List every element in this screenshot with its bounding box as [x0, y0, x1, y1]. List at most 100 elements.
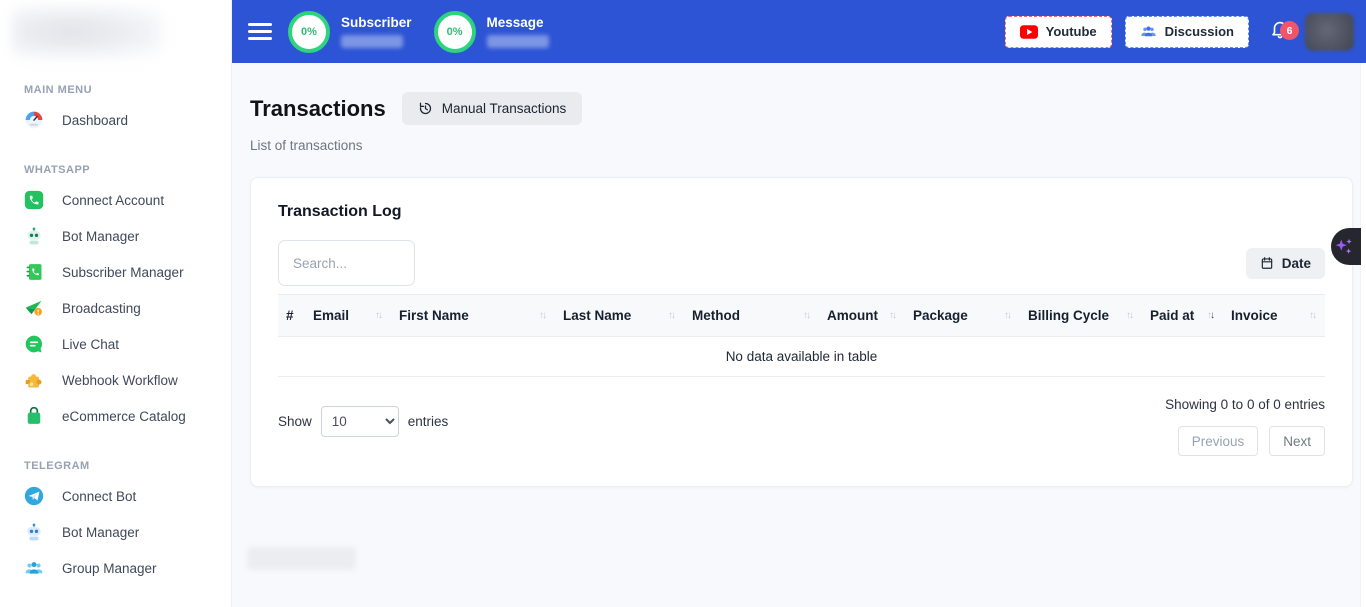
group-users-icon	[24, 558, 44, 578]
manual-transactions-button[interactable]: Manual Transactions	[402, 92, 583, 125]
user-avatar-blurred[interactable]	[1305, 13, 1354, 51]
sidebar-item-label: Bot Manager	[62, 525, 139, 540]
users-group-icon	[1140, 23, 1157, 40]
sidebar-item-live-chat[interactable]: Live Chat	[0, 326, 231, 362]
sidebar-item-dashboard[interactable]: Dashboard	[0, 102, 231, 138]
empty-table-row: No data available in table	[278, 337, 1325, 377]
contacts-book-icon	[24, 262, 44, 282]
page-subtitle: List of transactions	[250, 138, 1353, 153]
sort-icon[interactable]: ↑↓	[668, 311, 676, 321]
sidebar-item-label: Webhook Workflow	[62, 373, 178, 388]
previous-page-button[interactable]: Previous	[1178, 426, 1259, 456]
message-stat: 0% Message	[434, 11, 549, 53]
sidebar-item-ecommerce-catalog[interactable]: eCommerce Catalog	[0, 398, 231, 434]
sort-icon[interactable]: ↑↓	[889, 311, 897, 321]
subscriber-stat-label: Subscriber	[341, 15, 412, 30]
whatsapp-icon	[24, 190, 44, 210]
sidebar-item-webhook-workflow[interactable]: Webhook Workflow	[0, 362, 231, 398]
sidebar-item-label: Live Chat	[62, 337, 119, 352]
youtube-icon	[1020, 25, 1038, 39]
entries-label: entries	[408, 414, 449, 429]
column-header-method[interactable]: Method↑↓	[684, 295, 819, 337]
show-label: Show	[278, 414, 312, 429]
sidebar-item-connect-account[interactable]: Connect Account	[0, 182, 231, 218]
youtube-button[interactable]: Youtube	[1005, 16, 1112, 48]
table-info-text: Showing 0 to 0 of 0 entries	[1165, 397, 1325, 412]
sidebar-item-wa-bot-manager[interactable]: Bot Manager	[0, 218, 231, 254]
subscriber-progress-ring: 0%	[288, 11, 330, 53]
main-area: 0% Subscriber 0% Message Youtube	[232, 0, 1366, 607]
ai-assistant-button[interactable]	[1331, 228, 1361, 265]
column-header-invoice[interactable]: Invoice↑↓	[1223, 295, 1325, 337]
sidebar-item-label: Bot Manager	[62, 229, 139, 244]
sort-icon[interactable]: ↑↓	[1309, 311, 1317, 321]
table-header-row: # Email↑↓ First Name↑↓ Last Name↑↓ Metho…	[278, 295, 1325, 337]
history-icon	[418, 101, 433, 116]
scrollbar[interactable]	[1360, 63, 1366, 607]
sort-icon-active[interactable]: ↑↓	[1207, 311, 1215, 321]
column-header-billing-cycle[interactable]: Billing Cycle↑↓	[1020, 295, 1142, 337]
discussion-button[interactable]: Discussion	[1125, 16, 1249, 48]
date-filter-button[interactable]: Date	[1246, 248, 1325, 279]
hamburger-menu-icon[interactable]	[248, 23, 272, 40]
sort-icon[interactable]: ↑↓	[375, 311, 383, 321]
sidebar-item-label: Subscriber Manager	[62, 265, 184, 280]
message-stat-value-blurred	[487, 35, 549, 48]
sidebar-item-tg-bot-manager[interactable]: Bot Manager	[0, 514, 231, 550]
sidebar-section-whatsapp: WHATSAPP	[0, 138, 231, 182]
shopping-bag-icon	[24, 406, 44, 426]
topbar: 0% Subscriber 0% Message Youtube	[232, 0, 1366, 63]
sidebar-item-broadcasting[interactable]: Broadcasting	[0, 290, 231, 326]
pagination: Previous Next	[1178, 426, 1325, 456]
column-header-first-name[interactable]: First Name↑↓	[391, 295, 555, 337]
chat-bubble-icon	[24, 334, 44, 354]
youtube-button-label: Youtube	[1046, 24, 1097, 39]
column-header-amount[interactable]: Amount↑↓	[819, 295, 905, 337]
sidebar-item-label: eCommerce Catalog	[62, 409, 186, 424]
column-header-package[interactable]: Package↑↓	[905, 295, 1020, 337]
sidebar-item-label: Broadcasting	[62, 301, 141, 316]
sort-icon[interactable]: ↑↓	[1126, 311, 1134, 321]
message-stat-label: Message	[487, 15, 549, 30]
sparkles-icon	[1333, 236, 1355, 258]
subscriber-stat: 0% Subscriber	[288, 11, 412, 53]
notification-count-badge: 6	[1280, 21, 1299, 40]
sidebar-item-label: Dashboard	[62, 113, 128, 128]
discussion-button-label: Discussion	[1165, 24, 1234, 39]
footer-text-blurred	[247, 547, 356, 570]
telegram-icon	[24, 486, 44, 506]
search-input[interactable]	[278, 240, 415, 286]
sidebar-section-telegram: TELEGRAM	[0, 434, 231, 478]
sidebar-item-group-manager[interactable]: Group Manager	[0, 550, 231, 586]
sort-icon[interactable]: ↑↓	[1004, 311, 1012, 321]
column-header-index: #	[278, 295, 305, 337]
date-button-label: Date	[1282, 256, 1311, 271]
sidebar-item-connect-bot[interactable]: Connect Bot	[0, 478, 231, 514]
sidebar-section-main-menu: MAIN MENU	[0, 58, 231, 102]
manual-transactions-label: Manual Transactions	[442, 101, 567, 116]
app-logo-blurred[interactable]	[12, 6, 162, 58]
robot-icon	[24, 226, 44, 246]
sidebar-item-label: Connect Bot	[62, 489, 136, 504]
paper-plane-icon	[24, 298, 44, 318]
sidebar: MAIN MENU Dashboard WHATSAPP Connect Acc…	[0, 0, 232, 607]
column-header-last-name[interactable]: Last Name↑↓	[555, 295, 684, 337]
column-header-paid-at[interactable]: Paid at↑↓	[1142, 295, 1223, 337]
subscriber-stat-value-blurred	[341, 35, 403, 48]
next-page-button[interactable]: Next	[1269, 426, 1325, 456]
transactions-table: # Email↑↓ First Name↑↓ Last Name↑↓ Metho…	[278, 294, 1325, 377]
sidebar-item-subscriber-manager[interactable]: Subscriber Manager	[0, 254, 231, 290]
sidebar-item-label: Group Manager	[62, 561, 157, 576]
column-header-email[interactable]: Email↑↓	[305, 295, 391, 337]
page-size-select[interactable]: 10	[321, 406, 399, 437]
calendar-icon	[1260, 256, 1274, 270]
notifications-button[interactable]: 6	[1269, 18, 1291, 45]
message-progress-ring: 0%	[434, 11, 476, 53]
sort-icon[interactable]: ↑↓	[803, 311, 811, 321]
page-title: Transactions	[250, 96, 386, 122]
puzzle-icon	[24, 370, 44, 390]
sidebar-item-label: Connect Account	[62, 193, 164, 208]
sort-icon[interactable]: ↑↓	[539, 311, 547, 321]
page-content: Transactions Manual Transactions List of…	[232, 63, 1366, 487]
card-title: Transaction Log	[278, 203, 1325, 221]
